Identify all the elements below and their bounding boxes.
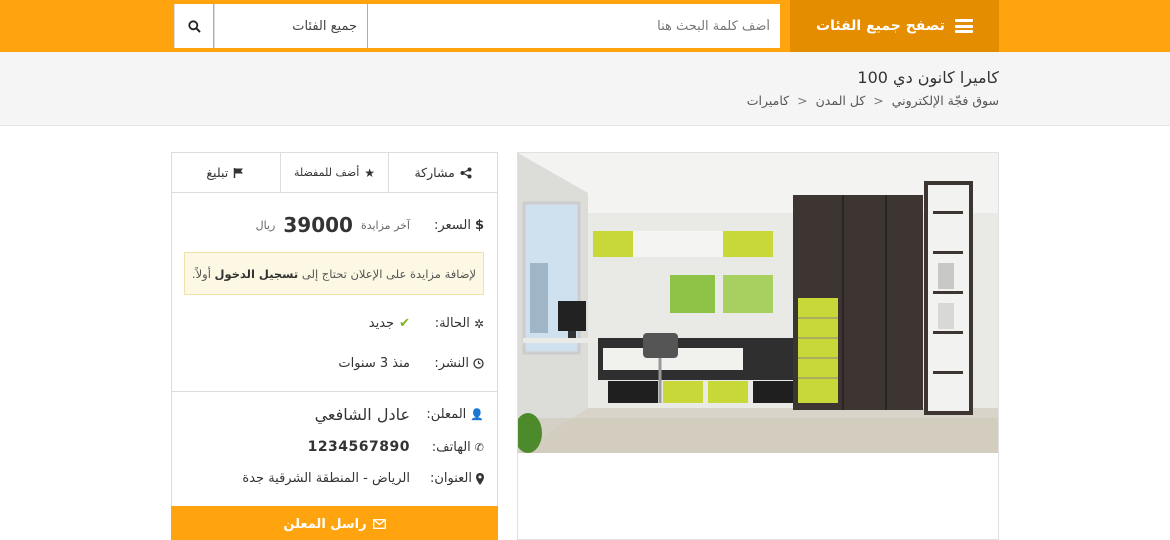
favorite-label: أضف للمفضلة [293, 166, 360, 179]
browse-categories-button[interactable]: تصفح جميع الفئات [790, 0, 999, 52]
check-icon: ✔ [399, 316, 410, 331]
contact-advertiser-button[interactable]: راسل المعلن [171, 506, 498, 540]
gear-icon: ✲ [473, 316, 484, 331]
breadcrumb-item-cities[interactable]: كل المدن [816, 93, 866, 108]
room-image [518, 153, 998, 453]
add-favorite-button[interactable]: ★ أضف للمفضلة [279, 153, 389, 192]
listing-photo[interactable] [517, 152, 999, 540]
breadcrumb-item-market[interactable]: سوق فجّة الإلكتروني [892, 93, 999, 108]
address-value: الرياض - المنطقة الشرقية جدة [242, 471, 410, 486]
search-input[interactable] [368, 4, 780, 48]
last-bid-label: آخر مزايدة [360, 218, 410, 232]
address-row: العنوان: الرياض - المنطقة الشرقية جدة [242, 471, 484, 486]
category-select[interactable]: جميع الفئات [214, 4, 367, 48]
report-label: تبليغ [206, 165, 229, 180]
publish-date-row: النشر: منذ 3 سنوات [338, 356, 484, 371]
dollar-icon: $ [474, 217, 484, 233]
price-value: 39000 [283, 213, 353, 237]
advertiser-name-link[interactable]: عادل الشافعي [315, 405, 410, 424]
breadcrumb: سوق فجّة الإلكتروني < كل المدن < كاميرات [747, 93, 999, 108]
browse-categories-label: تصفح جميع الفئات [816, 18, 945, 34]
login-notice: لإضافة مزايدة على الإعلان تحتاج إلى تسجي… [184, 252, 484, 295]
phone-value: 1234567890 [307, 439, 410, 455]
divider [172, 391, 497, 392]
flag-icon [233, 167, 244, 178]
search-button[interactable] [174, 4, 213, 48]
breadcrumb-item-cameras[interactable]: كاميرات [747, 93, 789, 108]
status-row: ✲ الحالة: ✔ جديد [369, 316, 484, 331]
breadcrumb-separator: < [873, 93, 884, 108]
share-button[interactable]: مشاركة [388, 153, 497, 192]
report-button[interactable]: تبليغ [172, 153, 280, 192]
phone-row: ✆ الهاتف: 1234567890 [308, 439, 484, 455]
share-label: مشاركة [414, 165, 455, 180]
status-value: جديد [368, 316, 395, 331]
price-row: $ السعر: آخر مزايدة 39000 ريال [256, 213, 484, 237]
advertiser-row: 👤 المعلن: عادل الشافعي [315, 405, 484, 424]
action-bar: مشاركة ★ أضف للمفضلة تبليغ [172, 153, 497, 193]
user-icon: 👤 [470, 408, 484, 421]
envelope-icon [372, 519, 386, 529]
hamburger-icon [954, 19, 973, 33]
page-title: كاميرا كانون دي 100 [857, 68, 999, 87]
address-label: العنوان: [429, 471, 472, 486]
title-band: كاميرا كانون دي 100 سوق فجّة الإلكتروني … [0, 52, 1170, 126]
listing-info-panel: مشاركة ★ أضف للمفضلة تبليغ $ السعر: آخر … [171, 152, 498, 540]
status-label: الحالة: [434, 316, 470, 331]
search-icon [187, 19, 201, 33]
phone-label: الهاتف: [431, 439, 471, 455]
category-select-value: جميع الفئات [292, 18, 357, 34]
star-icon: ★ [364, 165, 376, 180]
breadcrumb-separator: < [797, 93, 808, 108]
contact-advertiser-label: راسل المعلن [283, 516, 367, 532]
clock-icon [473, 358, 484, 369]
currency-label: ريال [255, 218, 276, 232]
price-label: السعر: [433, 217, 471, 233]
advertiser-label: المعلن: [426, 407, 467, 422]
share-icon [460, 167, 472, 178]
map-marker-icon [476, 472, 484, 485]
phone-icon: ✆ [474, 440, 484, 454]
login-link[interactable]: تسجيل الدخول [215, 267, 299, 281]
publish-label: النشر: [434, 356, 469, 371]
publish-value: منذ 3 سنوات [338, 356, 410, 371]
